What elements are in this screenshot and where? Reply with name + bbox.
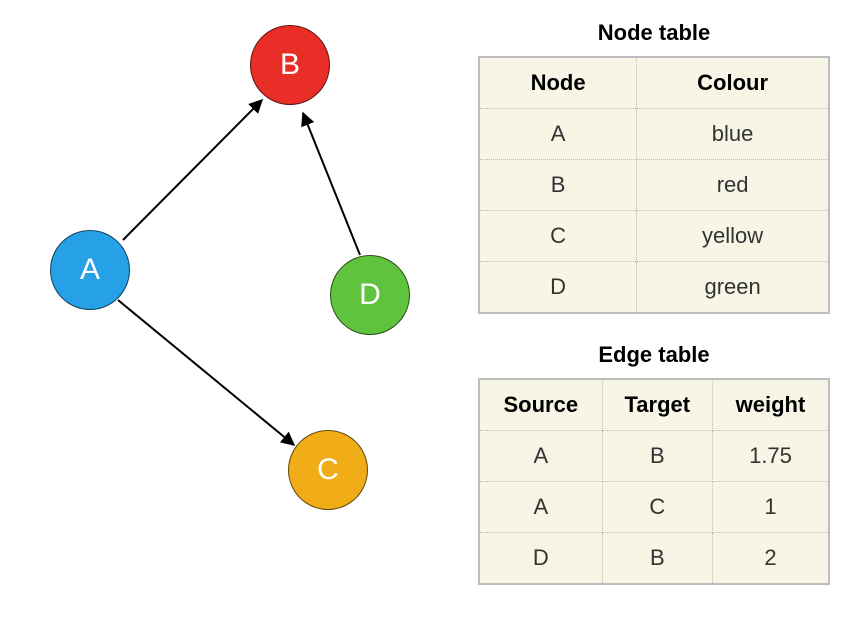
cell-node: B	[479, 160, 637, 211]
cell-node: C	[479, 211, 637, 262]
table-row: A blue	[479, 109, 829, 160]
node-A: A	[50, 230, 130, 310]
node-B: B	[250, 25, 330, 105]
table-row: D green	[479, 262, 829, 314]
edge-table: Source Target weight A B 1.75 A C 1 D B …	[478, 378, 830, 585]
cell-target: C	[602, 482, 712, 533]
cell-source: A	[479, 482, 602, 533]
node-label: A	[80, 253, 100, 287]
col-header-node: Node	[479, 57, 637, 109]
cell-colour: green	[637, 262, 829, 314]
edge-A-C	[118, 300, 294, 445]
edge-A-B	[123, 100, 262, 240]
col-header-colour: Colour	[637, 57, 829, 109]
cell-target: B	[602, 431, 712, 482]
table-row: B red	[479, 160, 829, 211]
node-D: D	[330, 255, 410, 335]
cell-weight: 1.75	[712, 431, 829, 482]
col-header-source: Source	[479, 379, 602, 431]
table-row: A B 1.75	[479, 431, 829, 482]
cell-node: A	[479, 109, 637, 160]
node-label: D	[359, 278, 381, 312]
edge-D-B	[303, 113, 360, 255]
table-row: D B 2	[479, 533, 829, 585]
cell-colour: red	[637, 160, 829, 211]
cell-weight: 2	[712, 533, 829, 585]
edge-table-section: Edge table Source Target weight A B 1.75…	[478, 342, 830, 585]
cell-target: B	[602, 533, 712, 585]
table-header-row: Node Colour	[479, 57, 829, 109]
node-table-title: Node table	[478, 20, 830, 46]
node-C: C	[288, 430, 368, 510]
col-header-target: Target	[602, 379, 712, 431]
graph-diagram: A B C D	[0, 0, 470, 619]
cell-weight: 1	[712, 482, 829, 533]
node-table-section: Node table Node Colour A blue B red C ye…	[478, 20, 830, 314]
cell-source: A	[479, 431, 602, 482]
table-row: C yellow	[479, 211, 829, 262]
col-header-weight: weight	[712, 379, 829, 431]
cell-node: D	[479, 262, 637, 314]
table-header-row: Source Target weight	[479, 379, 829, 431]
node-label: C	[317, 453, 339, 487]
node-table: Node Colour A blue B red C yellow D gree…	[478, 56, 830, 314]
edge-table-title: Edge table	[478, 342, 830, 368]
cell-source: D	[479, 533, 602, 585]
cell-colour: yellow	[637, 211, 829, 262]
cell-colour: blue	[637, 109, 829, 160]
table-row: A C 1	[479, 482, 829, 533]
node-label: B	[280, 48, 300, 82]
